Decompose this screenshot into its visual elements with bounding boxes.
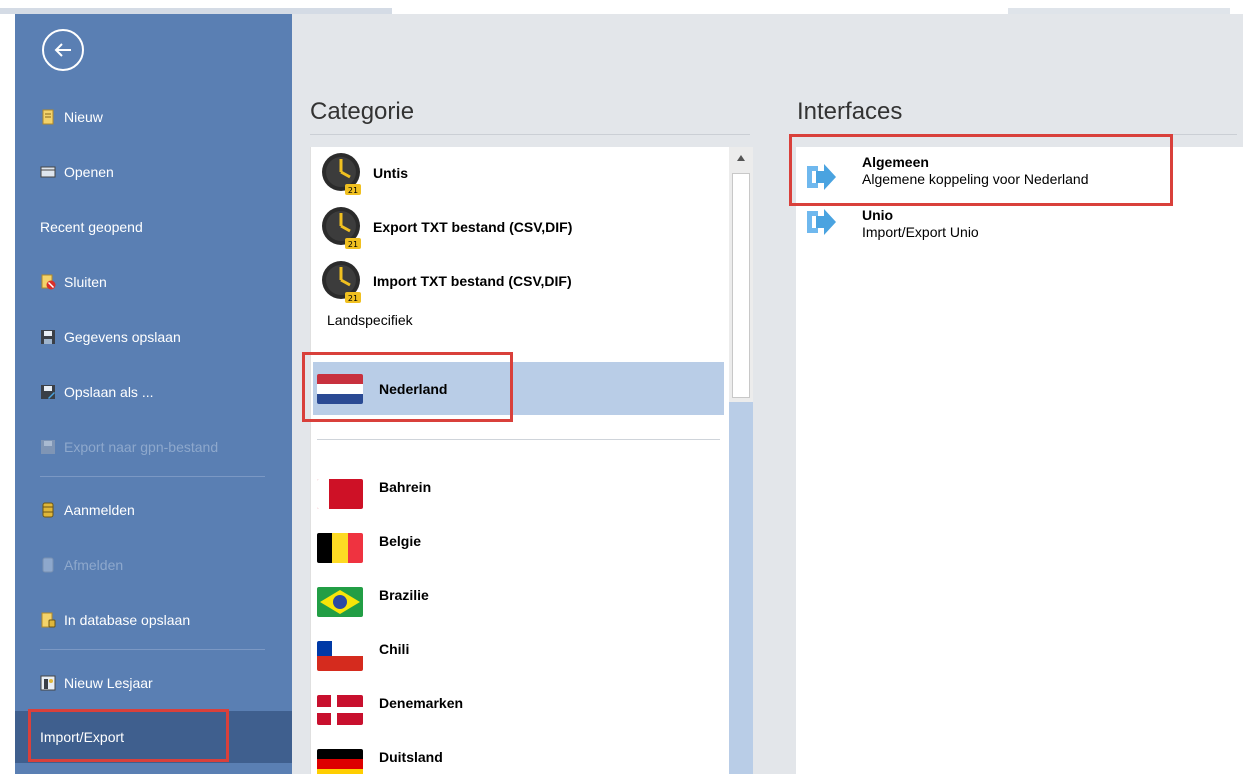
separator <box>40 649 265 650</box>
sidebar-item-label: Recent geopend <box>40 219 143 235</box>
list-item-import-txt[interactable]: 21 Import TXT bestand (CSV,DIF) <box>311 254 729 308</box>
flag-germany-icon <box>317 749 363 774</box>
sidebar-item-label: Gegevens opslaan <box>64 329 181 345</box>
interface-title: Unio <box>862 207 894 223</box>
categorie-scrollbar[interactable] <box>729 147 753 774</box>
untis-clock-icon: 21 <box>322 207 361 249</box>
untis-clock-icon: 21 <box>322 153 361 195</box>
list-item-denemarken[interactable]: Denemarken <box>313 683 724 737</box>
flag-brazil-icon <box>317 587 363 617</box>
flag-chile-icon <box>317 641 363 671</box>
list-item-label: Import TXT bestand (CSV,DIF) <box>373 273 572 289</box>
list-item-export-txt[interactable]: 21 Export TXT bestand (CSV,DIF) <box>311 200 729 254</box>
highlight-import-export <box>28 709 229 762</box>
categorie-list[interactable]: 21 Untis 21 Export TXT bestand (CSV,DIF)… <box>310 147 753 774</box>
sidebar-item-aanmelden[interactable]: Aanmelden <box>15 493 292 527</box>
list-item-label: Export TXT bestand (CSV,DIF) <box>373 219 573 235</box>
categorie-heading: Categorie <box>310 98 415 125</box>
list-item-bahrein[interactable]: Bahrein <box>313 467 724 521</box>
triangle-up-icon <box>737 155 745 161</box>
section-label-landspecifiek: Landspecifiek <box>327 312 413 328</box>
scroll-track[interactable] <box>729 402 753 774</box>
flag-bahrain-icon <box>317 479 363 509</box>
list-item-belgie[interactable]: Belgie <box>313 521 724 575</box>
svg-text:21: 21 <box>348 294 358 303</box>
sidebar-item-label: Nieuw Lesjaar <box>64 675 153 691</box>
flag-denmark-icon <box>317 695 363 725</box>
flag-belgium-icon <box>317 533 363 563</box>
sidebar-item-sluiten[interactable]: Sluiten <box>15 265 292 299</box>
folder-open-icon <box>40 164 56 180</box>
new-schoolyear-icon <box>40 675 56 691</box>
list-item-label: Brazilie <box>379 587 429 603</box>
list-item-label: Bahrein <box>379 479 432 495</box>
sidebar-item-recent[interactable]: Recent geopend <box>15 210 292 244</box>
sidebar-item-afmelden[interactable]: Afmelden <box>15 548 292 582</box>
close-document-icon <box>40 274 56 290</box>
sidebar-item-nieuw[interactable]: Nieuw <box>15 100 292 134</box>
list-item-chili[interactable]: Chili <box>313 629 724 683</box>
categorie-underline <box>310 134 750 135</box>
back-button[interactable] <box>42 29 84 71</box>
scroll-thumb[interactable] <box>732 173 750 398</box>
database-logout-icon <box>40 557 56 573</box>
save-icon <box>40 329 56 345</box>
backstage-sidebar: Nieuw Openen Recent geopend Sluiten Gege… <box>15 14 292 774</box>
divider <box>317 439 720 440</box>
sidebar-item-nieuw-lesjaar[interactable]: Nieuw Lesjaar <box>15 666 292 700</box>
sidebar-item-label: Export naar gpn-bestand <box>64 439 219 455</box>
interfaces-heading: Interfaces <box>797 98 903 125</box>
sidebar-item-label: Sluiten <box>64 274 107 290</box>
svg-text:21: 21 <box>348 186 358 195</box>
list-item-label: Belgie <box>379 533 422 549</box>
sidebar-item-openen[interactable]: Openen <box>15 155 292 189</box>
sidebar-item-label: Aanmelden <box>64 502 135 518</box>
database-save-icon <box>40 612 56 628</box>
database-login-icon <box>40 502 56 518</box>
list-item-duitsland[interactable]: Duitsland <box>313 737 724 774</box>
sidebar-item-label: In database opslaan <box>64 612 191 628</box>
list-item-untis[interactable]: 21 Untis <box>311 147 729 200</box>
arrow-left-icon <box>54 43 71 57</box>
sidebar-item-label: Openen <box>64 164 114 180</box>
highlight-nederland <box>302 352 513 422</box>
interface-subtitle: Import/Export Unio <box>862 224 979 240</box>
new-document-icon <box>40 109 56 125</box>
title-strip <box>0 0 1243 14</box>
list-item-label: Denemarken <box>379 695 464 711</box>
list-item-brazilie[interactable]: Brazilie <box>313 575 724 629</box>
list-item-label: Chili <box>379 641 410 657</box>
list-item-label: Duitsland <box>379 749 443 765</box>
sidebar-item-export-gpn[interactable]: Export naar gpn-bestand <box>15 430 292 464</box>
sidebar-item-gegevens-opslaan[interactable]: Gegevens opslaan <box>15 320 292 354</box>
highlight-algemeen <box>789 134 1173 206</box>
sidebar-item-label: Afmelden <box>64 557 124 573</box>
scroll-up-button[interactable] <box>729 147 753 169</box>
untis-clock-icon: 21 <box>322 261 361 303</box>
separator <box>40 476 265 477</box>
list-item-label: Untis <box>373 165 408 181</box>
svg-text:21: 21 <box>348 240 358 249</box>
sidebar-item-in-database-opslaan[interactable]: In database opslaan <box>15 603 292 637</box>
arrow-right-icon <box>807 209 836 235</box>
sidebar-item-opslaan-als[interactable]: Opslaan als ... <box>15 375 292 409</box>
sidebar-item-label: Opslaan als ... <box>64 384 154 400</box>
interface-item-unio[interactable]: Unio Import/Export Unio <box>804 207 1234 257</box>
sidebar-item-label: Nieuw <box>64 109 103 125</box>
save-as-icon <box>40 384 56 400</box>
interfaces-list: Algemeen Algemene koppeling voor Nederla… <box>796 147 1243 774</box>
export-icon <box>40 439 56 455</box>
